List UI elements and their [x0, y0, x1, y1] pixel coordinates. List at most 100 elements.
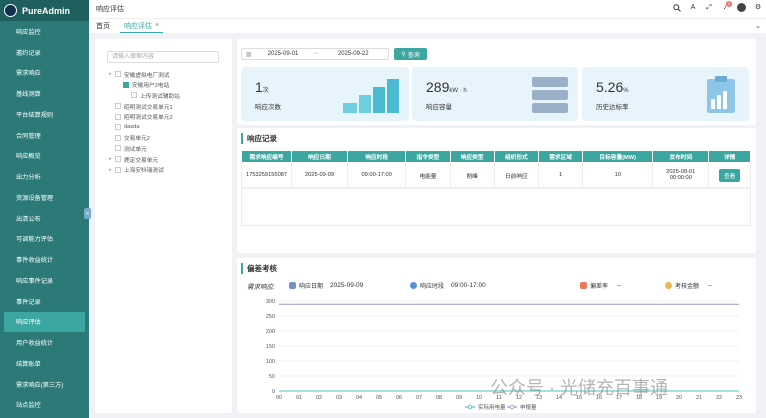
- sidebar-item[interactable]: 资源设备管理: [0, 187, 89, 208]
- cell-capacity: 10: [582, 162, 654, 188]
- x-tick-label: 21: [696, 395, 702, 401]
- query-button[interactable]: ⚲ 查询: [394, 48, 427, 60]
- sidebar-item[interactable]: 响应监控: [0, 21, 89, 42]
- y-tick-label: 50: [269, 374, 275, 380]
- translate-icon[interactable]: A: [689, 4, 697, 12]
- sidebar-item[interactable]: 响应概览: [0, 146, 89, 167]
- org-tree: ▸ 安徽虚拟电厂测试 安徽用户2电站上传测试辅助站 昭明测试交易单元1 昭明测试交易单元…: [109, 69, 180, 175]
- records-panel: 响应记录 需求响应编号 响应日期 响应时段 指令类型 响应类型 组织形式 需求区域 目标容量(…: [237, 128, 756, 253]
- tree-node[interactable]: ▸ 安徽虚拟电厂测试: [109, 69, 180, 80]
- y-tick-label: 100: [266, 359, 275, 365]
- assess-value: --: [708, 282, 713, 289]
- gear-icon[interactable]: ⚙: [754, 4, 762, 12]
- table-row: 1753259155087 2025-09-09 09:00-17:00 电能量…: [241, 162, 751, 188]
- tree-node[interactable]: 上传测试辅助站: [109, 90, 180, 101]
- sidebar-item[interactable]: 响应评估: [4, 311, 85, 333]
- legend-marker: [467, 404, 473, 410]
- tree-checkbox[interactable]: [115, 113, 121, 120]
- x-tick-label: 02: [316, 395, 322, 401]
- column-header: 详情: [708, 150, 751, 163]
- tree-node-label: 上海安科瑞测试: [124, 168, 164, 175]
- x-tick-label: 23: [736, 395, 742, 401]
- sidebar-item[interactable]: 出力分析: [0, 166, 89, 187]
- sidebar-item[interactable]: 邀约记录: [0, 42, 89, 63]
- tree-checkbox[interactable]: [115, 166, 121, 173]
- tree-checkbox[interactable]: [115, 103, 121, 110]
- tree-node-label: dasda: [124, 124, 140, 131]
- sidebar-item[interactable]: 出清公布: [0, 208, 89, 229]
- tree-node[interactable]: 测试单元: [109, 143, 180, 154]
- date-range-picker[interactable]: ▦ 2025-09-01 ~ 2025-09-22: [241, 48, 389, 60]
- tree-checkbox[interactable]: [115, 134, 121, 141]
- search-icon: ⚲: [401, 51, 406, 58]
- column-header: 响应日期: [290, 150, 349, 163]
- tree-checkbox[interactable]: [115, 145, 121, 152]
- cell-form: 日前响应: [493, 162, 539, 188]
- tab-home[interactable]: 首页: [96, 21, 110, 31]
- legend-label: 实际用电量: [478, 403, 506, 411]
- date-info-value: 2025-09-09: [330, 282, 364, 289]
- start-date[interactable]: 2025-09-01: [268, 51, 299, 57]
- view-button[interactable]: 查看: [718, 168, 741, 182]
- x-tick-label: 10: [476, 395, 482, 401]
- x-tick-label: 08: [436, 395, 442, 401]
- cell-cmd: 电能量: [405, 162, 451, 188]
- tree-node[interactable]: ▸ 上海安科瑞测试: [109, 164, 180, 175]
- tree-search-input[interactable]: 请输入搜索内容: [107, 51, 219, 63]
- app-logo[interactable]: PureAdmin: [0, 0, 89, 21]
- sidebar-item[interactable]: 响应事件记录: [0, 270, 89, 291]
- bar-chart-icon: [343, 79, 399, 113]
- tree-node[interactable]: 昭明测试交易单元1: [109, 101, 180, 112]
- sidebar-item[interactable]: 事件收益统计: [0, 249, 89, 270]
- column-header: 需求响应编号: [241, 150, 292, 163]
- sidebar-item[interactable]: 站点监控: [0, 395, 89, 416]
- tree-checkbox[interactable]: [115, 156, 121, 163]
- avatar[interactable]: [737, 3, 746, 12]
- column-header: 需求区域: [537, 150, 584, 163]
- tree-node[interactable]: dasda: [109, 122, 180, 133]
- tab-response-eval[interactable]: 响应评估 ×: [120, 19, 164, 33]
- tree-node[interactable]: 交易单元2: [109, 133, 180, 144]
- tree-node-label: 测试单元: [124, 146, 147, 153]
- breadcrumb: 响应评估: [96, 6, 124, 13]
- sidebar-item[interactable]: 结算账单: [0, 353, 89, 374]
- search-icon[interactable]: [673, 3, 681, 12]
- y-tick-label: 0: [272, 389, 275, 395]
- tab-bar: 首页 响应评估 × ⌄: [89, 19, 766, 33]
- close-icon[interactable]: ×: [155, 22, 159, 29]
- fullscreen-icon[interactable]: ⤢: [705, 4, 713, 12]
- stat-rate-unit: %: [623, 88, 629, 94]
- tree-checkbox[interactable]: [115, 124, 121, 131]
- cell-publish: 2025-08-01 00:00:00: [652, 162, 710, 188]
- sidebar-item[interactable]: 需求响应(第三方): [0, 374, 89, 395]
- chevron-down-icon[interactable]: ⌄: [755, 22, 761, 30]
- publish-time: 00:00:00: [669, 175, 692, 181]
- sidebar-item[interactable]: 可调能力评估: [0, 229, 89, 250]
- deviation-title: 偏差考核: [241, 263, 277, 274]
- x-tick-label: 04: [356, 395, 362, 401]
- tree-checkbox[interactable]: [131, 92, 137, 99]
- sidebar-item[interactable]: 用户收益统计: [0, 332, 89, 353]
- tree-node[interactable]: ▸ 鹿定交易单元: [109, 154, 180, 165]
- records-title: 响应记录: [241, 133, 277, 144]
- sidebar-item[interactable]: 基线测算: [0, 83, 89, 104]
- sidebar-item[interactable]: 需求响应: [0, 63, 89, 84]
- tree-node[interactable]: 昭明测试交易单元2: [109, 111, 180, 122]
- stat-card-rate: 5.26% 历史达标率: [582, 67, 749, 121]
- search-money-icon: [665, 282, 672, 289]
- sidebar-item[interactable]: 平台结算规则: [0, 104, 89, 125]
- x-tick-label: 22: [716, 395, 722, 401]
- tree-panel: 请输入搜索内容 ▸ 安徽虚拟电厂测试 安徽用户2电站上传测试辅助站 昭明测试交易单元1…: [95, 39, 232, 413]
- sidebar-item[interactable]: 合同管理: [0, 125, 89, 146]
- tree-checkbox[interactable]: [115, 71, 121, 78]
- x-tick-label: 05: [376, 395, 382, 401]
- bell-icon[interactable]: ♪ 2: [721, 0, 732, 12]
- sidebar-item[interactable]: 事件记录: [0, 291, 89, 312]
- tree-node[interactable]: 安徽用户2电站: [109, 80, 180, 91]
- tree-node-label: 上传测试辅助站: [140, 93, 180, 100]
- sidebar-menu: 响应监控 邀约记录 需求响应 基线测算 平台结算规则 合同管理 响应概览 出力分析 资源设备管理…: [0, 21, 89, 415]
- end-date[interactable]: 2025-09-22: [338, 51, 369, 57]
- collapse-sidebar-icon[interactable]: «: [84, 208, 91, 219]
- cell-area: 1: [537, 162, 584, 188]
- tree-checkbox[interactable]: [123, 81, 129, 88]
